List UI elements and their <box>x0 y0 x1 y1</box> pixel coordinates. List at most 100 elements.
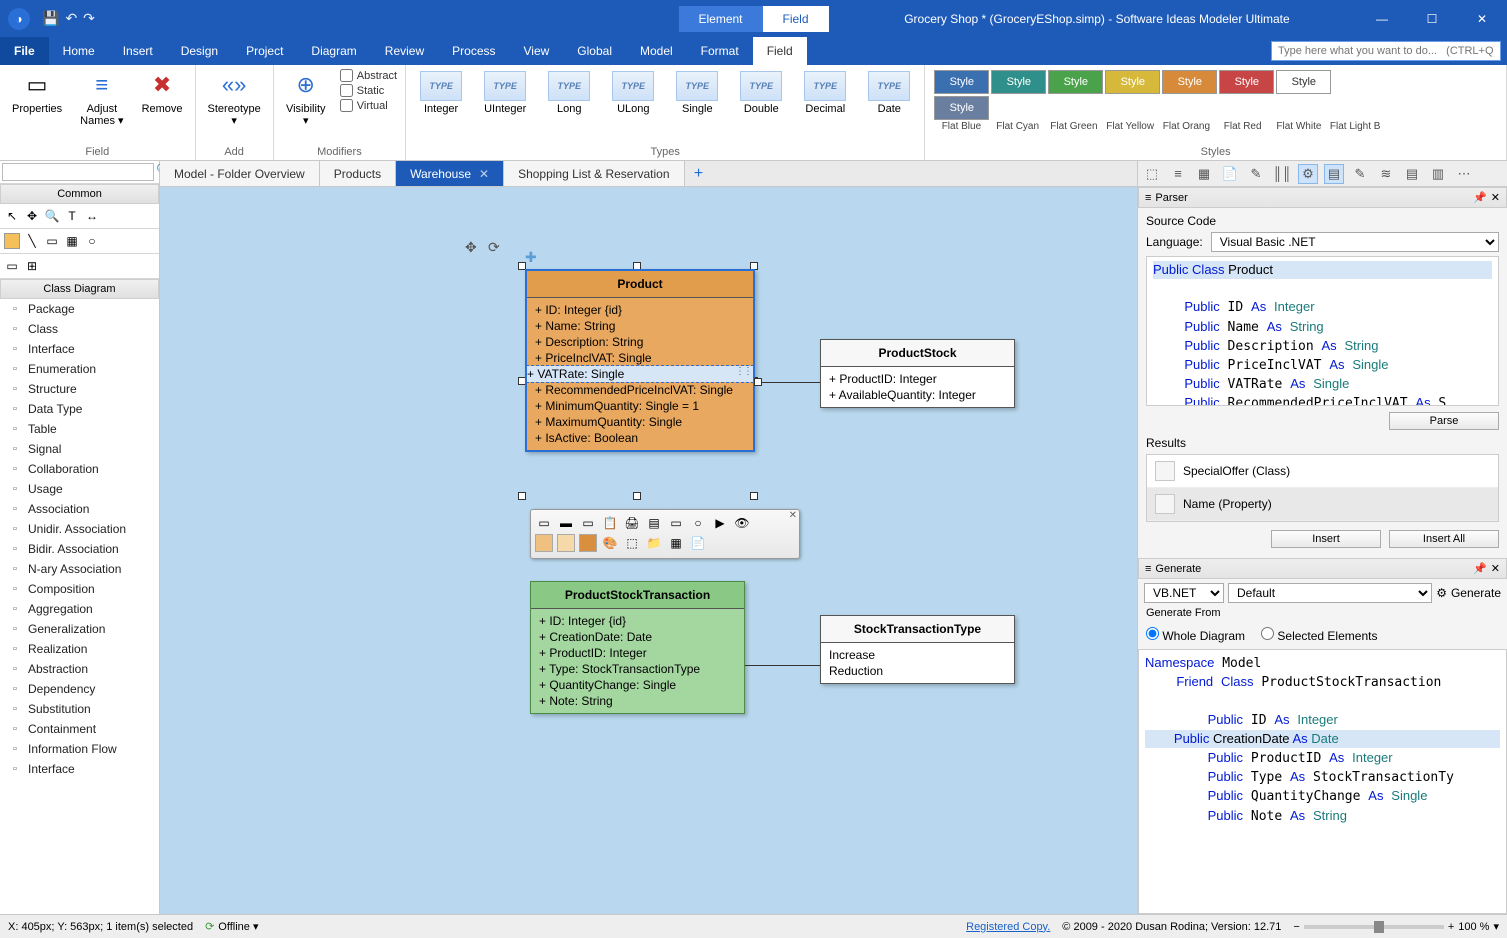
tool-class[interactable]: ▫Class <box>0 319 159 339</box>
rp-icon[interactable]: ⋯ <box>1454 164 1474 184</box>
tool-structure[interactable]: ▫Structure <box>0 379 159 399</box>
toolbox-header-common[interactable]: Common <box>0 184 159 204</box>
type-single[interactable]: TYPESingle <box>670 69 724 117</box>
box-tool-icon[interactable]: ▭ <box>44 233 60 249</box>
gen-lang-select[interactable]: VB.NET <box>1144 583 1224 603</box>
remove-button[interactable]: ✖ Remove <box>138 69 187 117</box>
class-attr-selected[interactable]: + VATRate: Single <box>527 366 753 382</box>
tool-substitution[interactable]: ▫Substitution <box>0 699 159 719</box>
tool-generalization[interactable]: ▫Generalization <box>0 619 159 639</box>
class-attr[interactable]: + ID: Integer {id} <box>539 613 736 629</box>
collapse-icon[interactable]: ≡ <box>1145 563 1151 575</box>
close-icon[interactable]: ✕ <box>1491 562 1500 575</box>
style-button[interactable]: Style <box>934 70 989 94</box>
class-attr[interactable]: + IsActive: Boolean <box>535 430 745 446</box>
rp-icon[interactable]: ▦ <box>1194 164 1214 184</box>
floating-close-icon[interactable]: ✕ <box>789 510 797 521</box>
move-anchor-icon[interactable]: ✥ <box>465 239 477 256</box>
menu-project[interactable]: Project <box>232 37 297 65</box>
grid-tool-icon[interactable]: ▦ <box>64 233 80 249</box>
diagram-canvas[interactable]: ✥ ⟳ ✚ Product + ID: Integer {id} + Name:… <box>160 187 1137 914</box>
insert-button[interactable]: Insert <box>1271 530 1381 548</box>
tb-icon[interactable]: 🖨 <box>623 514 641 532</box>
undo-icon[interactable]: ↶ <box>65 10 77 27</box>
close-button[interactable]: ✕ <box>1457 0 1507 37</box>
association-line[interactable] <box>745 665 820 666</box>
tool-interface[interactable]: ▫Interface <box>0 759 159 779</box>
pointer-tool-icon[interactable]: ↖ <box>4 208 20 224</box>
abstract-checkbox[interactable]: Abstract <box>340 69 397 82</box>
tool-package[interactable]: ▫Package <box>0 299 159 319</box>
class-attr[interactable]: Reduction <box>829 663 1006 679</box>
tab-close-icon[interactable]: ✕ <box>479 167 489 181</box>
selected-elements-radio[interactable]: Selected Elements <box>1261 627 1377 643</box>
style-button[interactable]: Style <box>1048 70 1103 94</box>
parser-header[interactable]: ≡ Parser 📌 ✕ <box>1138 187 1507 208</box>
style-button[interactable]: Style <box>934 96 989 120</box>
visibility-button[interactable]: ⊕ Visibility ▾ <box>282 69 330 129</box>
tb-icon[interactable]: ○ <box>689 514 707 532</box>
tb-icon[interactable]: 📄 <box>689 534 707 552</box>
tb-icon[interactable]: 👁 <box>733 514 751 532</box>
tool-bidir-association[interactable]: ▫Bidir. Association <box>0 539 159 559</box>
rotate-anchor-icon[interactable]: ⟳ <box>488 239 500 256</box>
tool-usage[interactable]: ▫Usage <box>0 479 159 499</box>
class-attr[interactable]: + Note: String <box>539 693 736 709</box>
tool-table[interactable]: ▫Table <box>0 419 159 439</box>
pin-icon[interactable]: 📌 <box>1473 191 1487 204</box>
generate-code-box[interactable]: Namespace Model Friend Class ProductStoc… <box>1138 649 1507 914</box>
pin-icon[interactable]: 📌 <box>1473 562 1487 575</box>
tool-composition[interactable]: ▫Composition <box>0 579 159 599</box>
zoom-in-button[interactable]: + <box>1448 921 1454 933</box>
zoom-dropdown-icon[interactable]: ▾ <box>1493 920 1499 933</box>
doc-tab[interactable]: Model - Folder Overview <box>160 161 320 186</box>
rp-icon[interactable]: ✎ <box>1350 164 1370 184</box>
tb-icon[interactable]: ▶ <box>711 514 729 532</box>
tool-information-flow[interactable]: ▫Information Flow <box>0 739 159 759</box>
class-attr[interactable]: + ID: Integer {id} <box>535 302 745 318</box>
type-decimal[interactable]: TYPEDecimal <box>798 69 852 117</box>
redo-icon[interactable]: ↷ <box>83 10 95 27</box>
parser-code-box[interactable]: Public Class Product Public ID As Intege… <box>1146 256 1499 406</box>
color-swatch[interactable] <box>579 534 597 552</box>
style-button[interactable]: Style <box>1219 70 1274 94</box>
rect-tool-icon[interactable] <box>4 233 20 249</box>
tb-icon[interactable]: ▤ <box>645 514 663 532</box>
group-tool-icon[interactable]: ⊞ <box>24 258 40 274</box>
result-item[interactable]: Name (Property) <box>1147 488 1498 521</box>
tb-icon[interactable]: ▭ <box>667 514 685 532</box>
class-attr[interactable]: + QuantityChange: Single <box>539 677 736 693</box>
tb-icon[interactable]: ▭ <box>535 514 553 532</box>
rp-icon[interactable]: ▥ <box>1428 164 1448 184</box>
registered-link[interactable]: Registered Copy. <box>966 921 1050 933</box>
doc-tab[interactable]: Shopping List & Reservation <box>504 161 684 186</box>
class-attr[interactable]: + CreationDate: Date <box>539 629 736 645</box>
class-attr[interactable]: + MinimumQuantity: Single = 1 <box>535 398 745 414</box>
add-tab-button[interactable]: + <box>685 161 713 186</box>
style-button[interactable]: Style <box>1105 70 1160 94</box>
language-select[interactable]: Visual Basic .NET <box>1211 232 1499 252</box>
circle-tool-icon[interactable]: ○ <box>84 233 100 249</box>
style-button[interactable]: Style <box>991 70 1046 94</box>
rp-icon[interactable]: ≋ <box>1376 164 1396 184</box>
selection-handle[interactable] <box>750 492 758 500</box>
tb-icon[interactable]: 📁 <box>645 534 663 552</box>
menu-format[interactable]: Format <box>687 37 753 65</box>
class-attr[interactable]: + Name: String <box>535 318 745 334</box>
zoom-value[interactable]: 100 % <box>1458 921 1489 933</box>
maximize-button[interactable]: ☐ <box>1407 0 1457 37</box>
move-tool-icon[interactable]: ✥ <box>24 208 40 224</box>
rp-icon-parser[interactable]: ⚙ <box>1298 164 1318 184</box>
type-ulong[interactable]: TYPEULong <box>606 69 660 117</box>
stereotype-button[interactable]: «» Stereotype ▾ <box>204 69 265 129</box>
tool-association[interactable]: ▫Association <box>0 499 159 519</box>
tool-data-type[interactable]: ▫Data Type <box>0 399 159 419</box>
gear-icon[interactable]: ⚙ <box>1436 586 1447 600</box>
type-integer[interactable]: TYPEInteger <box>414 69 468 117</box>
generate-header[interactable]: ≡ Generate 📌 ✕ <box>1138 558 1507 579</box>
rp-icon-generate[interactable]: ▤ <box>1324 164 1344 184</box>
class-attr[interactable]: + MaximumQuantity: Single <box>535 414 745 430</box>
class-attr[interactable]: + Description: String <box>535 334 745 350</box>
text-tool-icon[interactable]: T <box>64 208 80 224</box>
gen-template-select[interactable]: Default <box>1228 583 1432 603</box>
